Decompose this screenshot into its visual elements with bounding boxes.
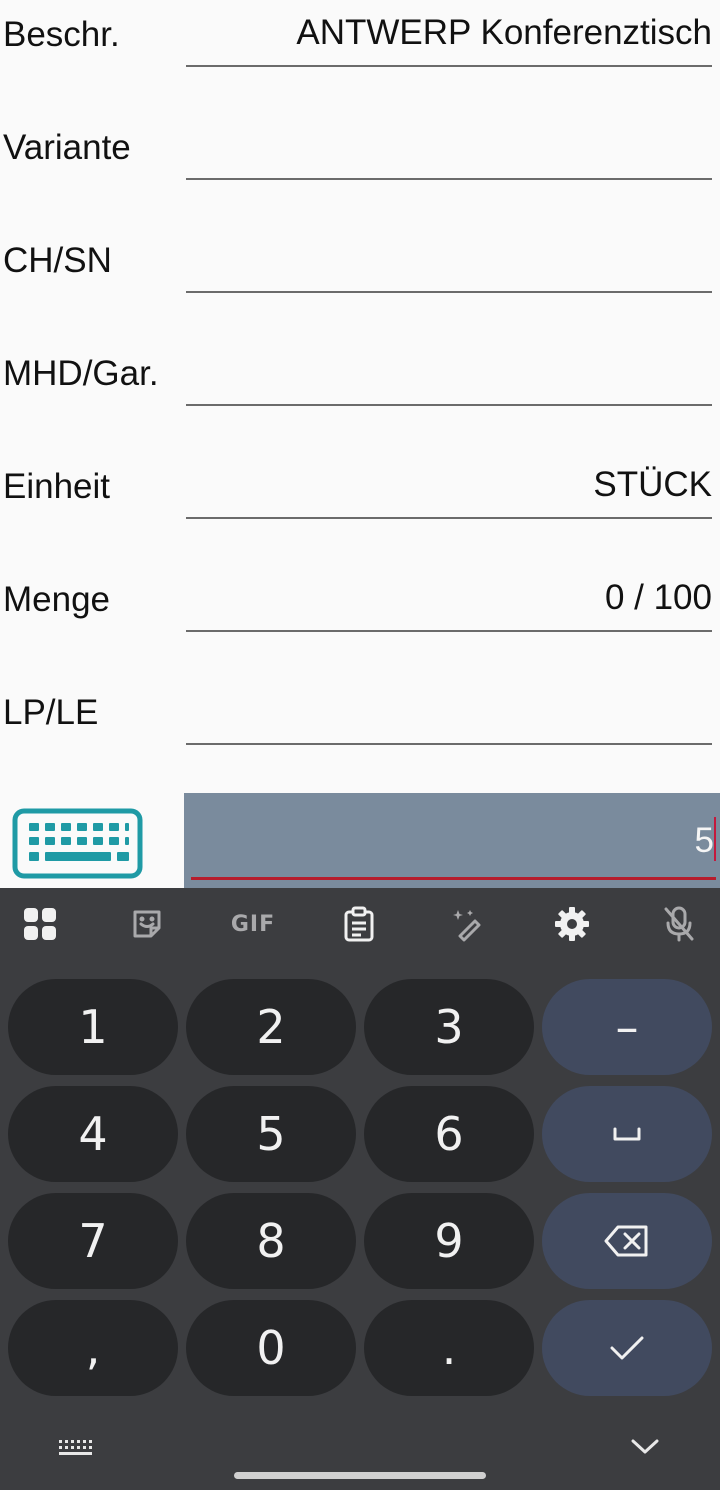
row-variant: Variante	[0, 113, 720, 226]
key-space[interactable]	[542, 1086, 712, 1182]
key-backspace[interactable]	[542, 1193, 712, 1289]
mic-off-icon[interactable]	[659, 904, 699, 944]
key-0[interactable]: 0	[186, 1300, 356, 1396]
keyboard-toolbar: GIF	[0, 888, 720, 968]
row-batch-serial: CH/SN	[0, 226, 720, 339]
quantity-value: 0 / 100	[604, 578, 712, 617]
key-comma[interactable]: ,	[8, 1300, 178, 1396]
key-4[interactable]: 4	[8, 1086, 178, 1182]
variant-field[interactable]	[186, 113, 712, 180]
description-field[interactable]: ANTWERP Konferenztisch	[186, 0, 712, 67]
gif-label: GIF	[230, 911, 276, 937]
key-done[interactable]	[542, 1300, 712, 1396]
keyboard-toggle-icon[interactable]	[12, 808, 143, 879]
description-value: ANTWERP Konferenztisch	[296, 13, 712, 52]
key-6[interactable]: 6	[364, 1086, 534, 1182]
unit-label: Einheit	[3, 467, 111, 506]
sticker-icon[interactable]	[127, 904, 167, 944]
key-2[interactable]: 2	[186, 979, 356, 1075]
key-3[interactable]: 3	[364, 979, 534, 1075]
best-before-field[interactable]	[186, 339, 712, 406]
gif-button[interactable]: GIF	[226, 904, 280, 944]
row-quantity: Menge 0 / 100	[0, 565, 720, 678]
text-caret	[714, 817, 716, 861]
keyboard-switch-icon[interactable]	[58, 1438, 92, 1458]
unit-value: STÜCK	[593, 465, 712, 504]
best-before-label: MHD/Gar.	[3, 354, 159, 393]
item-form: Beschr. ANTWERP Konferenztisch Variante …	[0, 0, 720, 790]
description-label: Beschr.	[3, 15, 120, 54]
key-5[interactable]: 5	[186, 1086, 356, 1182]
focus-underline	[191, 877, 716, 880]
key-period[interactable]: .	[364, 1300, 534, 1396]
settings-gear-icon[interactable]	[552, 904, 592, 944]
on-screen-keyboard: GIF 1 2 3 – 4 5 6 7 8 9 , 0 .	[0, 888, 720, 1490]
batch-serial-label: CH/SN	[3, 241, 112, 280]
row-description: Beschr. ANTWERP Konferenztisch	[0, 0, 720, 113]
quantity-label: Menge	[3, 580, 111, 619]
hide-keyboard-chevron-icon[interactable]	[630, 1436, 660, 1456]
row-best-before: MHD/Gar.	[0, 339, 720, 452]
storage-location-label: LP/LE	[3, 693, 99, 732]
key-7[interactable]: 7	[8, 1193, 178, 1289]
variant-label: Variante	[3, 128, 131, 167]
storage-location-field[interactable]	[186, 678, 712, 745]
key-9[interactable]: 9	[364, 1193, 534, 1289]
key-8[interactable]: 8	[186, 1193, 356, 1289]
checkmark-icon	[610, 1336, 644, 1360]
row-unit: Einheit STÜCK	[0, 452, 720, 565]
quantity-entry-value: 5	[694, 821, 714, 860]
clipboard-icon[interactable]	[339, 904, 379, 944]
backspace-icon	[604, 1225, 648, 1257]
row-storage-location: LP/LE	[0, 678, 720, 791]
batch-serial-field[interactable]	[186, 226, 712, 293]
quantity-field[interactable]: 0 / 100	[186, 565, 712, 632]
home-gesture-bar[interactable]	[234, 1472, 486, 1479]
quantity-entry-input[interactable]: 5	[184, 793, 720, 888]
magic-edit-icon[interactable]	[446, 904, 486, 944]
key-minus[interactable]: –	[542, 979, 712, 1075]
apps-grid-icon[interactable]	[20, 904, 60, 944]
key-1[interactable]: 1	[8, 979, 178, 1075]
unit-field[interactable]: STÜCK	[186, 452, 712, 519]
space-icon	[613, 1127, 641, 1141]
